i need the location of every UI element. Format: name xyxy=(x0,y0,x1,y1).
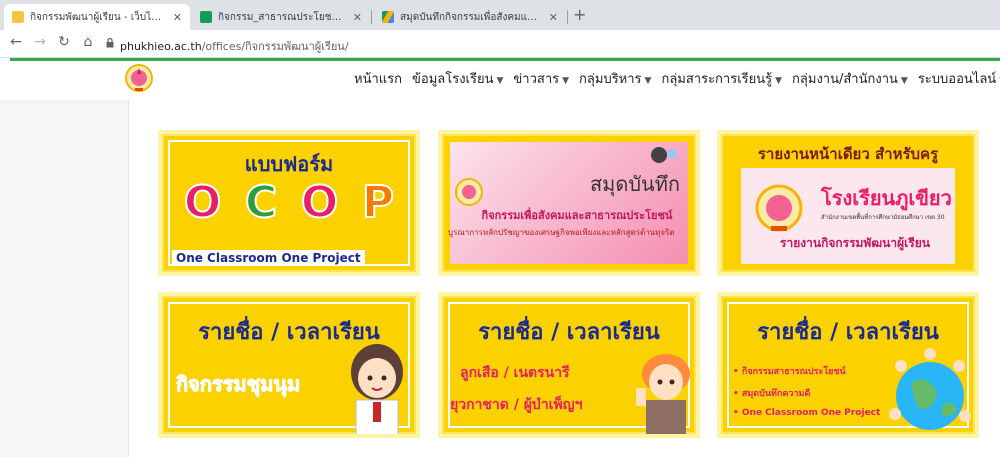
public-bullet-item: • One Classroom One Project xyxy=(733,408,881,418)
ocop-letter: O xyxy=(183,177,222,229)
reload-icon[interactable]: ↻ xyxy=(54,34,74,50)
scouts-line-1: ลูกเสือ / เนตรนารี xyxy=(460,365,570,381)
left-gutter xyxy=(0,100,128,457)
chevron-down-icon: ▼ xyxy=(775,76,783,86)
nav-item[interactable]: ระบบออนไลน์▼ xyxy=(918,68,1000,89)
tab-separator xyxy=(371,10,372,24)
browser-tab-bar: กิจกรรมพัฒนาผู้เรียน - เว็บไซต์โรงเรียน … xyxy=(0,0,1000,30)
scouts-line-2: ยุวกาชาด / ผู้บำเพ็ญฯ xyxy=(450,397,583,413)
school-emblem-icon xyxy=(755,184,803,232)
chevron-down-icon: ▼ xyxy=(496,76,504,86)
scouts-roster-card[interactable]: รายชื่อ / เวลาเรียน ลูกเสือ / เนตรนารี ย… xyxy=(438,292,700,438)
school-favicon-icon xyxy=(12,11,24,23)
ocop-card-subtitle: One Classroom One Project xyxy=(172,250,365,266)
nav-item[interactable]: กลุ่มสาระการเรียนรู้ ▼ xyxy=(661,68,782,89)
nav-item-label: กลุ่มบริหาร xyxy=(579,72,642,87)
nav-item-label: หน้าแรก xyxy=(354,72,402,87)
nav-item[interactable]: ข้อมูลโรงเรียน ▼ xyxy=(412,68,503,89)
close-tab-icon[interactable]: ✕ xyxy=(549,11,558,24)
close-tab-icon[interactable]: ✕ xyxy=(353,11,362,24)
report-panel: โรงเรียนภูเขียว สำนักงานเขตพื้นที่การศึก… xyxy=(741,168,955,264)
main-nav: หน้าแรก ข้อมูลโรงเรียน ▼ ข่าวสาร ▼ กลุ่มบริหา… xyxy=(354,68,1000,89)
chevron-down-icon: ▼ xyxy=(900,76,908,86)
address-bar-row: ← → ↻ ⌂ phukhieo.ac.th/offices/กิจกรรมพั… xyxy=(0,30,1000,58)
drive-favicon-icon xyxy=(382,11,394,23)
public-benefit-roster-card[interactable]: รายชื่อ / เวลาเรียน • กิจกรรมสาธารณประโย… xyxy=(717,292,979,438)
clubs-roster-card[interactable]: รายชื่อ / เวลาเรียน กิจกรรมชุมนุม xyxy=(158,292,420,438)
tab-title: กิจกรรมพัฒนาผู้เรียน - เว็บไซต์โรงเรียน xyxy=(30,11,167,23)
nav-item-label: กลุ่มสาระการเรียนรู้ xyxy=(661,72,773,87)
browser-tab-3[interactable]: สมุดบันทึกกิจกรรมเพื่อสังคมและสาธารณ ✕ xyxy=(374,4,566,30)
globe-icon xyxy=(651,147,676,163)
ocop-form-card[interactable]: แบบฟอร์ม O C O P One Classroom One Proje… xyxy=(158,130,420,276)
forward-arrow-icon[interactable]: → xyxy=(30,34,50,50)
report-card-title: รายงานหน้าเดียว สำหรับครู xyxy=(757,145,939,163)
close-tab-icon[interactable]: ✕ xyxy=(173,11,182,24)
tab-title: สมุดบันทึกกิจกรรมเพื่อสังคมและสาธารณ xyxy=(400,11,543,23)
nav-item[interactable]: กลุ่มงาน/สำนักงาน ▼ xyxy=(792,68,908,89)
school-emblem-icon xyxy=(455,178,483,206)
browser-tab-2[interactable]: กิจกรรม_สาธารณประโยชน์ ภาคเรียน ✕ xyxy=(192,4,370,30)
notebook-card-title: สมุดบันทึก xyxy=(589,172,680,196)
scout-girl-icon xyxy=(636,354,690,434)
report-school-name: โรงเรียนภูเขียว xyxy=(821,186,952,210)
nav-item-label: ระบบออนไลน์ xyxy=(917,72,997,87)
content-divider xyxy=(128,100,129,457)
nav-item-label: ข้อมูลโรงเรียน xyxy=(412,72,494,87)
url-host: phukhieo.ac.th xyxy=(120,40,202,53)
nav-item[interactable]: หน้าแรก xyxy=(354,68,402,89)
ocop-card-title: แบบฟอร์ม xyxy=(244,152,334,176)
url-input[interactable]: phukhieo.ac.th/offices/กิจกรรมพัฒนาผู้เร… xyxy=(120,37,349,55)
browser-tab-1[interactable]: กิจกรรมพัฒนาผู้เรียน - เว็บไซต์โรงเรียน … xyxy=(4,4,190,30)
one-page-report-card[interactable]: รายงานหน้าเดียว สำหรับครู โรงเรียนภูเขีย… xyxy=(717,130,979,276)
nav-item-label: กลุ่มงาน/สำนักงาน xyxy=(792,72,898,87)
public-bullet-item: • กิจกรรมสาธารณประโยชน์ xyxy=(733,367,846,377)
lock-icon[interactable] xyxy=(106,38,114,48)
tab-separator xyxy=(567,10,568,24)
ocop-letter: O xyxy=(300,177,339,229)
globe-kids-icon xyxy=(889,348,971,430)
url-path: /offices/กิจกรรมพัฒนาผู้เรียน/ xyxy=(201,40,349,53)
ocop-letter: P xyxy=(361,177,395,229)
home-icon[interactable]: ⌂ xyxy=(78,34,98,50)
sheets-favicon-icon xyxy=(200,11,212,23)
chevron-down-icon: ▼ xyxy=(562,76,570,86)
nav-item[interactable]: กลุ่มบริหาร ▼ xyxy=(579,68,651,89)
ocop-letters: O C O P xyxy=(172,177,406,229)
notebook-card-line: บูรณาการหลักปรัชญาของเศรษฐกิจพอเพียงและห… xyxy=(448,228,675,237)
back-arrow-icon[interactable]: ← xyxy=(6,34,26,50)
nav-item-label: ข่าวสาร xyxy=(513,72,560,87)
header-accent-line xyxy=(10,58,1000,61)
nav-item[interactable]: ข่าวสาร ▼ xyxy=(513,68,569,89)
tab-title: กิจกรรม_สาธารณประโยชน์ ภาคเรียน xyxy=(218,11,347,23)
clubs-card-subtitle: กิจกรรมชุมนุม xyxy=(175,372,301,397)
report-bottom-line: รายงานกิจกรรมพัฒนาผู้เรียน xyxy=(780,236,930,250)
notebook-card[interactable]: สมุดบันทึก กิจกรรมเพื่อสังคมและสาธารณประ… xyxy=(438,130,700,276)
ocop-letter: C xyxy=(244,177,278,229)
public-bullet-item: • สมุดบันทึกความดี xyxy=(733,389,811,399)
report-office-line: สำนักงานเขตพื้นที่การศึกษามัธยมศึกษา เขต… xyxy=(821,214,945,221)
school-logo-icon[interactable] xyxy=(124,62,154,94)
scouts-card-title: รายชื่อ / เวลาเรียน xyxy=(478,320,660,345)
new-tab-plus-icon[interactable]: + xyxy=(573,5,586,24)
student-girl-icon xyxy=(351,344,403,434)
notebook-card-subtitle: กิจกรรมเพื่อสังคมและสาธารณประโยชน์ xyxy=(481,209,673,222)
chevron-down-icon: ▼ xyxy=(644,76,652,86)
